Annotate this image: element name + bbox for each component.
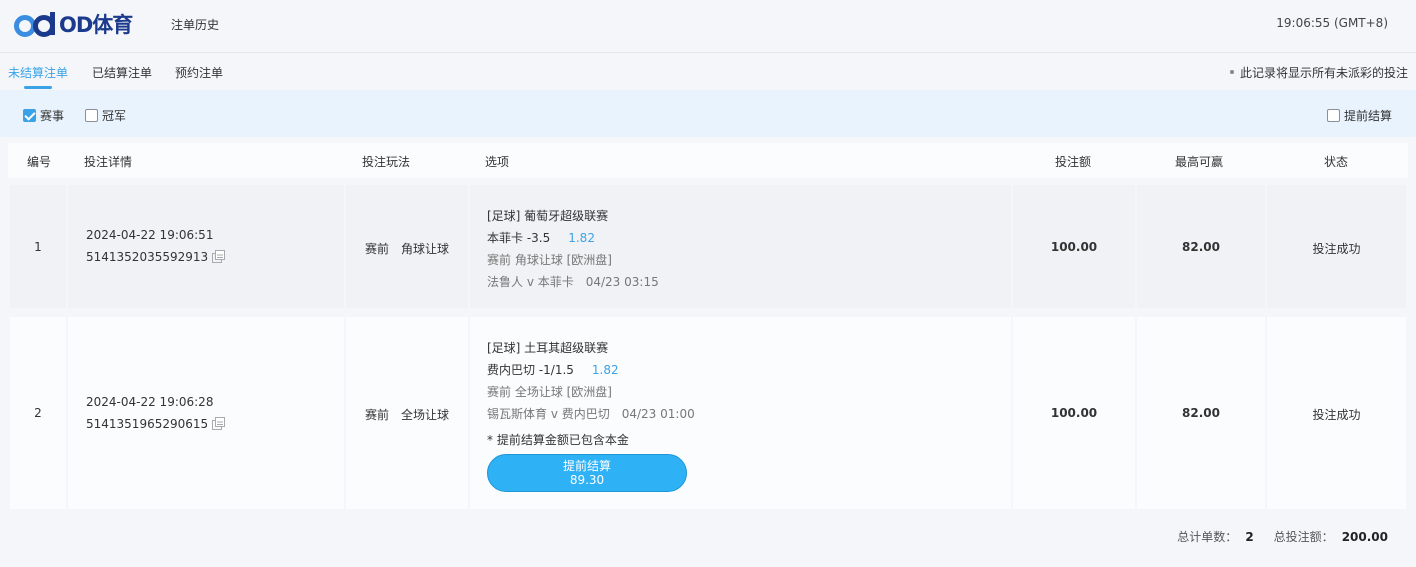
row-option-cell: [足球] 葡萄牙超级联赛 本菲卡 -3.5 1.82 赛前 角球让球 [欧洲盘] … <box>470 185 1011 308</box>
total-count-label: 总计单数： <box>1177 530 1238 544</box>
row-no-cell: 1 <box>10 185 66 308</box>
tab-note-text: 此记录将显示所有未派彩的投注 <box>1239 66 1408 80</box>
logo-mark-icon <box>14 12 55 37</box>
cashout-note: * 提前结算金额已包含本金 <box>487 433 629 447</box>
bet-id: 5141352035592913 <box>86 250 209 264</box>
early-settle-label: 提前结算 <box>562 459 611 473</box>
league: [足球] 土耳其超级联赛 <box>487 341 609 355</box>
row-amount-cell: 100.00 <box>1013 185 1135 308</box>
active-tab-indicator <box>24 86 52 89</box>
col-max-win: 最高可赢 <box>1175 155 1224 169</box>
row-amount-cell: 100.00 <box>1013 317 1135 509</box>
match: 锡瓦斯体育 v 费内巴切 <box>487 407 610 421</box>
bet-amount: 100.00 <box>1050 240 1098 254</box>
match-line: 锡瓦斯体育 v 费内巴切 04/23 01:00 <box>487 405 695 422</box>
summary-footer: 总计单数： 2 总投注额： 200.00 <box>0 510 1416 567</box>
filter-champion-checkbox[interactable]: 冠军 <box>85 107 126 124</box>
table-header: 编号 投注详情 投注玩法 选项 投注额 最高可赢 状态 <box>8 143 1408 178</box>
match: 法鲁人 v 本菲卡 <box>487 275 574 289</box>
checkbox-checked-icon <box>23 109 36 122</box>
match-time: 04/23 03:15 <box>585 275 659 289</box>
tab-unsettled[interactable]: 未结算注单 <box>8 64 68 81</box>
row-max-win-cell: 82.00 <box>1137 317 1265 509</box>
col-play: 投注玩法 <box>362 155 411 169</box>
copy-icon[interactable] <box>212 250 226 263</box>
bet-tabs: 未结算注单 已结算注单 预约注单 此记录将显示所有未派彩的投注 <box>0 54 1416 90</box>
row-max-win-cell: 82.00 <box>1137 185 1265 308</box>
row-option-cell: [足球] 土耳其超级联赛 费内巴切 -1/1.5 1.82 赛前 全场让球 [欧洲… <box>470 317 1011 509</box>
row-no: 2 <box>34 406 42 420</box>
row-status-cell: 投注成功 <box>1267 317 1406 509</box>
filter-event-checkbox[interactable]: 赛事 <box>23 107 64 124</box>
bet-play: 赛前 全场让球 <box>364 408 449 422</box>
pick-line: 本菲卡 -3.5 1.82 <box>487 229 595 246</box>
bet-id-line: 5141352035592913 <box>86 250 226 264</box>
col-amount: 投注额 <box>1055 155 1092 169</box>
bet-id-line: 5141351965290615 <box>86 417 226 431</box>
total-count: 2 <box>1245 530 1254 544</box>
filter-early-settle-checkbox[interactable]: 提前结算 <box>1327 107 1392 124</box>
brand-logo[interactable]: OD体育 <box>14 10 133 40</box>
row-detail-cell: 2024-04-22 19:06:28 5141351965290615 <box>68 317 344 509</box>
bet-max-win: 82.00 <box>1182 406 1220 420</box>
checkbox-unchecked-icon <box>85 109 98 122</box>
match-line: 法鲁人 v 本菲卡 04/23 03:15 <box>487 273 659 290</box>
col-option: 选项 <box>485 155 510 169</box>
bet-status: 投注成功 <box>1312 242 1361 256</box>
market: 赛前 全场让球 [欧洲盘] <box>487 385 612 399</box>
tab-note: 此记录将显示所有未派彩的投注 <box>1229 64 1408 81</box>
pick-line: 费内巴切 -1/1.5 1.82 <box>487 361 619 378</box>
bet-play: 赛前 角球让球 <box>364 242 449 256</box>
row-no-cell: 2 <box>10 317 66 509</box>
tab-settled[interactable]: 已结算注单 <box>92 64 152 81</box>
tab-reserved[interactable]: 预约注单 <box>175 64 223 81</box>
early-settle-button[interactable]: 提前结算 89.30 <box>487 454 687 492</box>
top-header: OD体育 注单历史 19:06:55 (GMT+8) <box>0 0 1416 53</box>
nav-bet-history[interactable]: 注单历史 <box>171 16 219 33</box>
row-no: 1 <box>34 240 42 254</box>
match-time: 04/23 01:00 <box>621 407 695 421</box>
market: 赛前 角球让球 [欧洲盘] <box>487 253 612 267</box>
row-play-cell: 赛前 全场让球 <box>346 317 468 509</box>
copy-icon[interactable] <box>212 417 226 430</box>
bet-status: 投注成功 <box>1312 408 1361 422</box>
odds: 1.82 <box>568 231 595 245</box>
col-no: 编号 <box>27 155 52 169</box>
col-status: 状态 <box>1324 155 1349 169</box>
total-amount-label: 总投注额： <box>1273 530 1334 544</box>
odds: 1.82 <box>591 363 619 377</box>
summary-text: 总计单数： 2 总投注额： 200.00 <box>1177 528 1388 545</box>
row-status-cell: 投注成功 <box>1267 185 1406 308</box>
total-amount: 200.00 <box>1341 530 1388 544</box>
filter-event-label: 赛事 <box>40 109 65 123</box>
table-row: 1 2024-04-22 19:06:51 5141352035592913 赛… <box>8 185 1408 308</box>
server-clock: 19:06:55 (GMT+8) <box>1276 16 1388 30</box>
bet-time: 2024-04-22 19:06:28 <box>86 395 214 409</box>
filter-champion-label: 冠军 <box>102 109 127 123</box>
bet-time: 2024-04-22 19:06:51 <box>86 228 214 242</box>
bet-id: 5141351965290615 <box>86 417 209 431</box>
early-settle-value: 89.30 <box>569 473 605 487</box>
logo-text: OD体育 <box>59 13 133 37</box>
pick: 本菲卡 -3.5 <box>487 231 551 245</box>
row-play-cell: 赛前 角球让球 <box>346 185 468 308</box>
filter-bar: 赛事 冠军 提前结算 <box>0 90 1416 137</box>
league: [足球] 葡萄牙超级联赛 <box>487 209 609 223</box>
bet-amount: 100.00 <box>1050 406 1098 420</box>
row-detail-cell: 2024-04-22 19:06:51 5141352035592913 <box>68 185 344 308</box>
bet-max-win: 82.00 <box>1182 240 1220 254</box>
col-detail: 投注详情 <box>84 155 133 169</box>
pick: 费内巴切 -1/1.5 <box>487 363 574 377</box>
table-row: 2 2024-04-22 19:06:28 5141351965290615 赛… <box>8 317 1408 509</box>
filter-early-settle-label: 提前结算 <box>1344 109 1393 123</box>
checkbox-unchecked-icon <box>1327 109 1340 122</box>
bullet-icon <box>1229 69 1234 74</box>
